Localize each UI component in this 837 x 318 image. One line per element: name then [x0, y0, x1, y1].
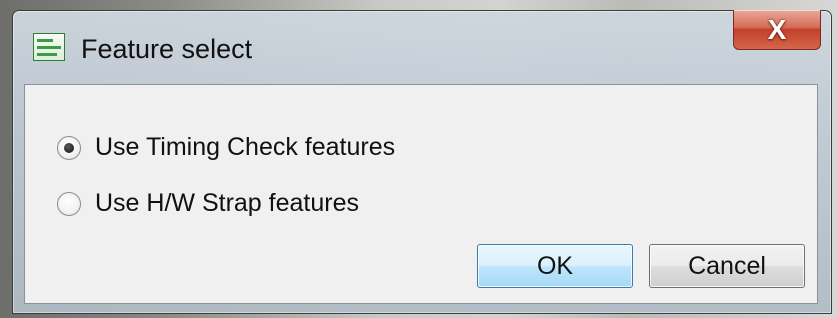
option-label[interactable]: Use Timing Check features [95, 133, 395, 162]
ok-button[interactable]: OK [477, 244, 633, 288]
close-button[interactable]: X [733, 10, 821, 50]
option-timing-check[interactable]: Use Timing Check features [57, 133, 395, 162]
radio-button-hw-strap[interactable] [57, 191, 81, 216]
feature-select-dialog: Feature select X Use Timing Check featur… [12, 10, 832, 314]
cancel-button[interactable]: Cancel [649, 244, 805, 288]
radio-button-timing-check[interactable] [57, 135, 81, 160]
close-icon: X [767, 13, 787, 45]
dialog-content: Use Timing Check features Use H/W Strap … [24, 84, 818, 304]
dialog-title: Feature select [81, 34, 253, 64]
option-hw-strap[interactable]: Use H/W Strap features [57, 189, 359, 218]
radio-selected-dot [64, 142, 74, 153]
title-bar[interactable]: Feature select X [13, 10, 831, 75]
option-label[interactable]: Use H/W Strap features [95, 189, 359, 218]
app-icon [33, 33, 65, 61]
